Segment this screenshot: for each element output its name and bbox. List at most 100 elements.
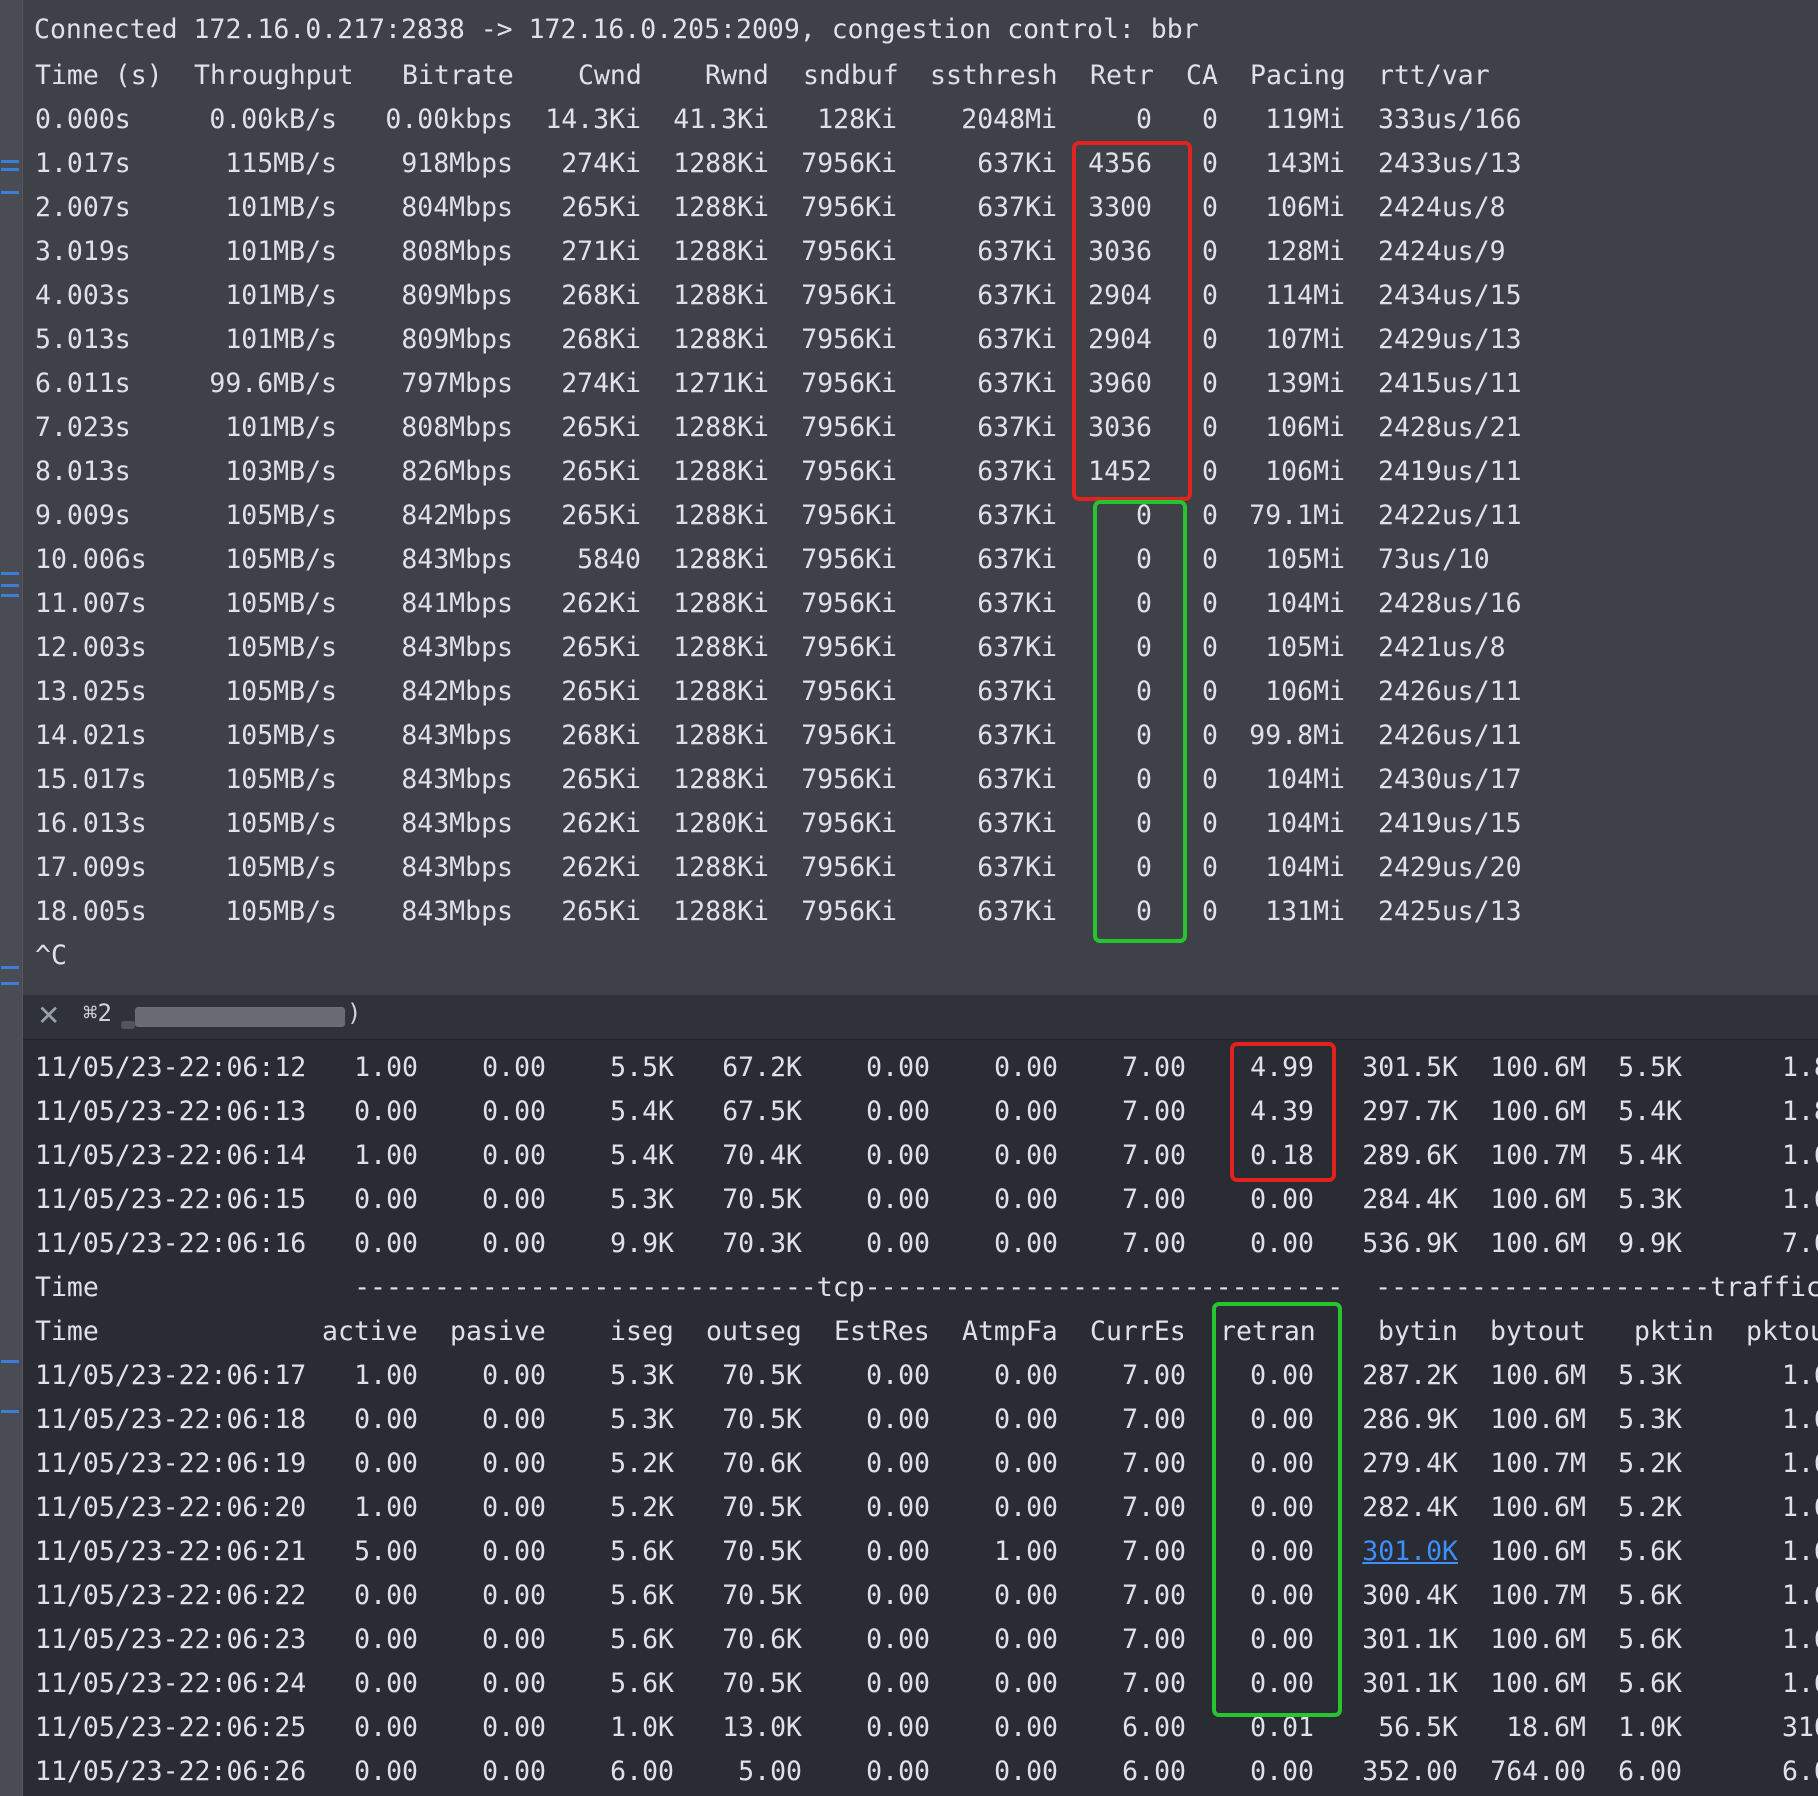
- table-cell: 1.6: [1782, 1624, 1818, 1655]
- table-cell: 262Ki: [561, 852, 641, 883]
- table-cell: 1.0K: [610, 1712, 674, 1743]
- table-cell: 637Ki: [977, 896, 1057, 927]
- table-cell: 637Ki: [977, 676, 1057, 707]
- table-cell: 0.00: [866, 1228, 930, 1259]
- close-icon[interactable]: ✕: [37, 999, 60, 1032]
- table-cell: 0.00: [482, 1228, 546, 1259]
- table-cell: 0.00: [482, 1668, 546, 1699]
- table-cell: 1.017s: [35, 148, 131, 179]
- table-cell: 1.6: [1782, 1536, 1818, 1567]
- table-cell: 1.00: [354, 1360, 418, 1391]
- table-cell: 1288Ki: [673, 764, 769, 795]
- table-cell: 826Mbps: [401, 456, 513, 487]
- table-cell: 0: [1202, 500, 1218, 531]
- pane-tab-bar: ✕ ⌘2 ): [23, 995, 1818, 1040]
- gutter-marker: [1, 594, 19, 597]
- column-header: CurrEs: [1090, 1316, 1186, 1347]
- table-cell: 918Mbps: [401, 148, 513, 179]
- gutter-marker: [1, 1410, 19, 1413]
- table-cell: 0.00: [1250, 1492, 1314, 1523]
- table-cell: 115MB/s: [225, 148, 337, 179]
- table-cell: 101MB/s: [225, 236, 337, 267]
- table-cell: 0.00: [482, 1756, 546, 1787]
- table-cell: 301.5K: [1362, 1052, 1458, 1083]
- table-cell: 0.00: [354, 1448, 418, 1479]
- table-cell: 5.6K: [1618, 1536, 1682, 1567]
- table-cell: 0.00: [482, 1052, 546, 1083]
- table-cell: 100.6M: [1490, 1360, 1586, 1391]
- table-cell: 265Ki: [561, 412, 641, 443]
- table-cell: 7.00: [1122, 1184, 1186, 1215]
- table-cell: 16.013s: [35, 808, 147, 839]
- table-cell: 0.00: [482, 1096, 546, 1127]
- table-cell: 7956Ki: [801, 764, 897, 795]
- table-cell: 11/05/23-22:06:25: [35, 1712, 307, 1743]
- table-cell: 7.00: [1122, 1096, 1186, 1127]
- table-cell: 0: [1136, 104, 1152, 135]
- table-cell: 287.2K: [1362, 1360, 1458, 1391]
- table-cell: 106Mi: [1265, 676, 1345, 707]
- table-cell: 105MB/s: [225, 588, 337, 619]
- table-cell: 18.005s: [35, 896, 147, 927]
- table-cell: 809Mbps: [401, 324, 513, 355]
- table-cell: 2434us/15: [1378, 280, 1522, 311]
- table-cell: 70.6K: [722, 1448, 802, 1479]
- table-cell: 5.3K: [610, 1404, 674, 1435]
- table-cell: 637Ki: [977, 808, 1057, 839]
- table-cell: 262Ki: [561, 588, 641, 619]
- table-cell: 105MB/s: [225, 676, 337, 707]
- column-header: sndbuf: [803, 60, 899, 91]
- column-header: EstRes: [834, 1316, 930, 1347]
- table-cell: 637Ki: [977, 368, 1057, 399]
- table-cell: 0.00: [866, 1448, 930, 1479]
- table-cell: 56.5K: [1378, 1712, 1458, 1743]
- table-cell: 11/05/23-22:06:12: [35, 1052, 307, 1083]
- table-cell: 265Ki: [561, 896, 641, 927]
- bytin-link[interactable]: 301.0K: [1362, 1536, 1458, 1567]
- table-cell: 3300: [1088, 192, 1152, 223]
- table-cell: 7956Ki: [801, 852, 897, 883]
- table-cell: 7956Ki: [801, 148, 897, 179]
- table-cell: 70.5K: [722, 1668, 802, 1699]
- table-cell: 0.00: [354, 1096, 418, 1127]
- table-cell: 352.00: [1362, 1756, 1458, 1787]
- table-cell: 105MB/s: [225, 500, 337, 531]
- table-cell: 1288Ki: [673, 632, 769, 663]
- table-cell: 0.00: [866, 1096, 930, 1127]
- table-cell: 2428us/21: [1378, 412, 1522, 443]
- table-cell: 0: [1136, 764, 1152, 795]
- table-cell: 0: [1202, 632, 1218, 663]
- table-cell: 1.6: [1782, 1668, 1818, 1699]
- column-header: ssthresh: [930, 60, 1058, 91]
- table-cell: 5.6K: [610, 1624, 674, 1655]
- table-cell: 0.00: [994, 1448, 1058, 1479]
- table-cell: 265Ki: [561, 192, 641, 223]
- table-cell: 0.00: [866, 1624, 930, 1655]
- table-cell: 104Mi: [1265, 808, 1345, 839]
- table-cell: 0.00: [354, 1184, 418, 1215]
- table-cell: 289.6K: [1362, 1140, 1458, 1171]
- table-cell: 0: [1202, 456, 1218, 487]
- table-cell: 100.6M: [1490, 1228, 1586, 1259]
- table-cell: 104Mi: [1265, 852, 1345, 883]
- table-cell: 0.00: [354, 1668, 418, 1699]
- table-cell: 301.1K: [1362, 1668, 1458, 1699]
- table-cell: 5.2K: [1618, 1448, 1682, 1479]
- table-cell: 7.00: [1122, 1228, 1186, 1259]
- table-cell: 637Ki: [977, 500, 1057, 531]
- table-cell: 5.3K: [1618, 1404, 1682, 1435]
- table-cell: 2429us/13: [1378, 324, 1522, 355]
- table-cell: 333us/166: [1378, 104, 1522, 135]
- table-cell: 0: [1202, 280, 1218, 311]
- table-cell: 100.6M: [1490, 1668, 1586, 1699]
- table-cell: 0.00: [354, 1228, 418, 1259]
- table-cell: 2424us/9: [1378, 236, 1506, 267]
- table-cell: 7.00: [1122, 1052, 1186, 1083]
- table-cell: 0.00: [994, 1052, 1058, 1083]
- table-cell: 842Mbps: [401, 500, 513, 531]
- table-cell: 7.023s: [35, 412, 131, 443]
- table-cell: 265Ki: [561, 500, 641, 531]
- table-cell: 11/05/23-22:06:19: [35, 1448, 307, 1479]
- table-cell: 804Mbps: [401, 192, 513, 223]
- table-cell: 843Mbps: [401, 896, 513, 927]
